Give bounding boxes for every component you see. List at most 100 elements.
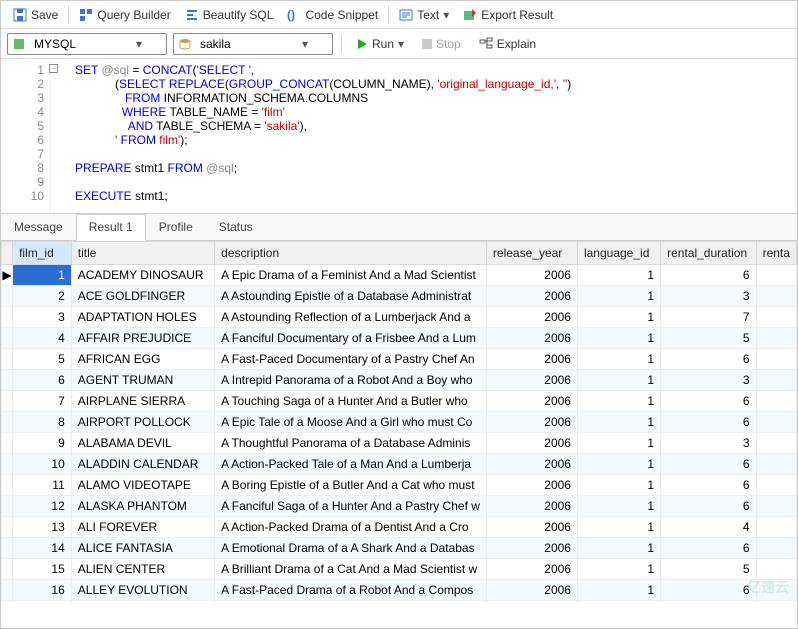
cell[interactable]: 2006 [486, 433, 577, 454]
cell[interactable]: AGENT TRUMAN [71, 370, 214, 391]
cell[interactable]: 2006 [486, 559, 577, 580]
cell[interactable]: 3 [661, 370, 756, 391]
cell[interactable]: 2006 [486, 328, 577, 349]
table-row[interactable]: 2ACE GOLDFINGERA Astounding Epistle of a… [2, 286, 797, 307]
cell[interactable]: 2006 [486, 307, 577, 328]
cell[interactable]: ALADDIN CALENDAR [71, 454, 214, 475]
cell[interactable] [756, 475, 796, 496]
cell[interactable] [756, 538, 796, 559]
table-row[interactable]: 12ALASKA PHANTOMA Fanciful Saga of a Hun… [2, 496, 797, 517]
cell[interactable]: ADAPTATION HOLES [71, 307, 214, 328]
cell[interactable]: A Fast-Paced Documentary of a Pastry Che… [215, 349, 487, 370]
cell[interactable]: 1 [577, 475, 660, 496]
export-result-button[interactable]: Export Result [457, 6, 559, 24]
cell[interactable] [756, 349, 796, 370]
column-header-release-year[interactable]: release_year [486, 242, 577, 265]
cell[interactable]: 1 [13, 265, 72, 286]
cell[interactable]: 7 [661, 307, 756, 328]
cell[interactable]: A Touching Saga of a Hunter And a Butler… [215, 391, 487, 412]
table-row[interactable]: 6AGENT TRUMANA Intrepid Panorama of a Ro… [2, 370, 797, 391]
cell[interactable]: 10 [13, 454, 72, 475]
cell[interactable] [756, 307, 796, 328]
cell[interactable]: A Fast-Paced Character Study of a Compos… [215, 601, 487, 604]
cell[interactable]: 6 [661, 580, 756, 601]
cell[interactable]: ALASKA PHANTOM [71, 496, 214, 517]
table-row[interactable]: 8AIRPORT POLLOCKA Epic Tale of a Moose A… [2, 412, 797, 433]
cell[interactable]: 6 [661, 412, 756, 433]
cell[interactable]: ALLEY EVOLUTION [71, 580, 214, 601]
cell[interactable]: AIRPLANE SIERRA [71, 391, 214, 412]
tab-message[interactable]: Message [1, 214, 76, 240]
cell[interactable]: A Astounding Reflection of a Lumberjack … [215, 307, 487, 328]
save-button[interactable]: Save [7, 6, 64, 24]
cell[interactable]: AFFAIR PREJUDICE [71, 328, 214, 349]
cell[interactable]: ALICE FANTASIA [71, 538, 214, 559]
cell[interactable]: AFRICAN EGG [71, 349, 214, 370]
table-row[interactable]: 15ALIEN CENTERA Brilliant Drama of a Cat… [2, 559, 797, 580]
cell[interactable]: 2006 [486, 601, 577, 604]
cell[interactable]: 3 [661, 433, 756, 454]
run-button[interactable]: Run ▾ [350, 35, 410, 53]
table-row[interactable]: 3ADAPTATION HOLESA Astounding Reflection… [2, 307, 797, 328]
query-builder-button[interactable]: Query Builder [73, 6, 176, 24]
cell[interactable]: 2006 [486, 349, 577, 370]
cell[interactable]: 2006 [486, 454, 577, 475]
table-row[interactable]: 5AFRICAN EGGA Fast-Paced Documentary of … [2, 349, 797, 370]
cell[interactable]: ACE GOLDFINGER [71, 286, 214, 307]
table-row[interactable]: 16ALLEY EVOLUTIONA Fast-Paced Drama of a… [2, 580, 797, 601]
cell[interactable]: 1 [577, 349, 660, 370]
table-row[interactable]: 4AFFAIR PREJUDICEA Fanciful Documentary … [2, 328, 797, 349]
cell[interactable] [756, 433, 796, 454]
column-header-renta[interactable]: renta [756, 242, 796, 265]
table-row[interactable]: 7AIRPLANE SIERRAA Touching Saga of a Hun… [2, 391, 797, 412]
column-header-description[interactable]: description [215, 242, 487, 265]
cell[interactable]: 1 [577, 370, 660, 391]
cell[interactable]: 1 [577, 538, 660, 559]
cell[interactable]: 2006 [486, 496, 577, 517]
cell[interactable]: 6 [661, 538, 756, 559]
cell[interactable] [756, 286, 796, 307]
cell[interactable]: ALAMO VIDEOTAPE [71, 475, 214, 496]
cell[interactable] [756, 328, 796, 349]
cell[interactable]: ALI FOREVER [71, 517, 214, 538]
table-row[interactable]: 13ALI FOREVERA Action-Packed Drama of a … [2, 517, 797, 538]
cell[interactable]: 2006 [486, 370, 577, 391]
fold-icon[interactable]: − [49, 64, 58, 73]
cell[interactable]: 1 [577, 328, 660, 349]
cell[interactable]: 6 [661, 391, 756, 412]
cell[interactable]: A Intrepid Panorama of a Robot And a Boy… [215, 370, 487, 391]
cell[interactable]: A Fanciful Documentary of a Frisbee And … [215, 328, 487, 349]
cell[interactable]: 5 [13, 349, 72, 370]
cell[interactable]: A Action-Packed Drama of a Dentist And a… [215, 517, 487, 538]
cell[interactable]: ACADEMY DINOSAUR [71, 265, 214, 286]
cell[interactable]: 11 [13, 475, 72, 496]
cell[interactable]: 3 [661, 601, 756, 604]
cell[interactable]: ALONE TRIP [71, 601, 214, 604]
cell[interactable]: 12 [13, 496, 72, 517]
cell[interactable]: 16 [13, 580, 72, 601]
cell[interactable] [756, 412, 796, 433]
cell[interactable]: 6 [661, 454, 756, 475]
result-grid[interactable]: film_idtitledescriptionrelease_yearlangu… [1, 241, 797, 603]
cell[interactable]: 1 [577, 580, 660, 601]
cell[interactable]: 1 [577, 601, 660, 604]
cell[interactable]: 1 [577, 265, 660, 286]
table-row[interactable]: 17ALONE TRIPA Fast-Paced Character Study… [2, 601, 797, 604]
cell[interactable]: 2006 [486, 538, 577, 559]
cell[interactable]: A Astounding Epistle of a Database Admin… [215, 286, 487, 307]
cell[interactable]: 6 [661, 349, 756, 370]
cell[interactable] [756, 391, 796, 412]
cell[interactable]: 13 [13, 517, 72, 538]
cell[interactable]: 2006 [486, 265, 577, 286]
cell[interactable]: 2006 [486, 475, 577, 496]
table-row[interactable]: 10ALADDIN CALENDARA Action-Packed Tale o… [2, 454, 797, 475]
cell[interactable]: 1 [577, 454, 660, 475]
cell[interactable] [756, 601, 796, 604]
code-area[interactable]: SET @sql = CONCAT('SELECT ', (SELECT REP… [51, 59, 571, 213]
cell[interactable]: 2006 [486, 391, 577, 412]
cell[interactable]: 1 [577, 517, 660, 538]
cell[interactable]: 9 [13, 433, 72, 454]
column-header-language-id[interactable]: language_id [577, 242, 660, 265]
cell[interactable]: A Fast-Paced Drama of a Robot And a Comp… [215, 580, 487, 601]
cell[interactable] [756, 496, 796, 517]
